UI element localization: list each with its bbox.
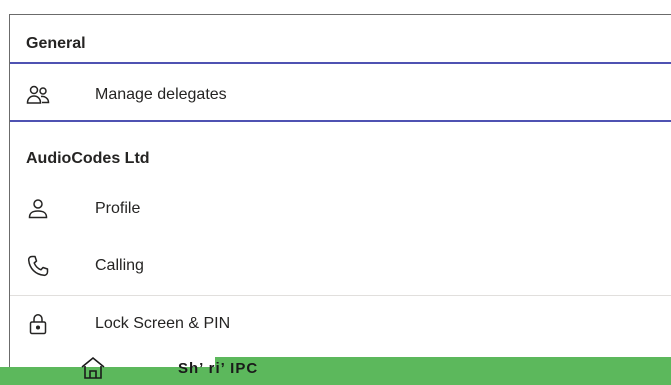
bottom-bar-garbled-text: Sh’ ri’ IPC bbox=[178, 360, 259, 377]
lock-icon bbox=[26, 312, 50, 336]
home-icon[interactable] bbox=[80, 356, 106, 380]
lock-screen-label: Lock Screen & PIN bbox=[95, 315, 231, 332]
profile-label: Profile bbox=[95, 200, 141, 217]
manage-delegates-label: Manage delegates bbox=[95, 86, 227, 103]
settings-panel: General Manage delegates AudioCodes Ltd … bbox=[9, 14, 671, 385]
person-icon bbox=[26, 197, 50, 221]
people-icon bbox=[26, 83, 50, 107]
bar-artifact bbox=[215, 357, 671, 369]
calling-label: Calling bbox=[95, 257, 144, 274]
section-divider bbox=[10, 62, 671, 64]
settings-item-profile[interactable]: Profile bbox=[10, 181, 671, 237]
settings-item-calling[interactable]: Calling bbox=[10, 238, 671, 294]
settings-item-manage-delegates[interactable]: Manage delegates bbox=[10, 67, 671, 123]
section-header-general: General bbox=[26, 35, 86, 52]
section-divider bbox=[10, 120, 671, 122]
settings-item-lock-screen[interactable]: Lock Screen & PIN bbox=[10, 296, 671, 352]
phone-icon bbox=[26, 254, 50, 278]
section-header-account: AudioCodes Ltd bbox=[26, 150, 150, 167]
